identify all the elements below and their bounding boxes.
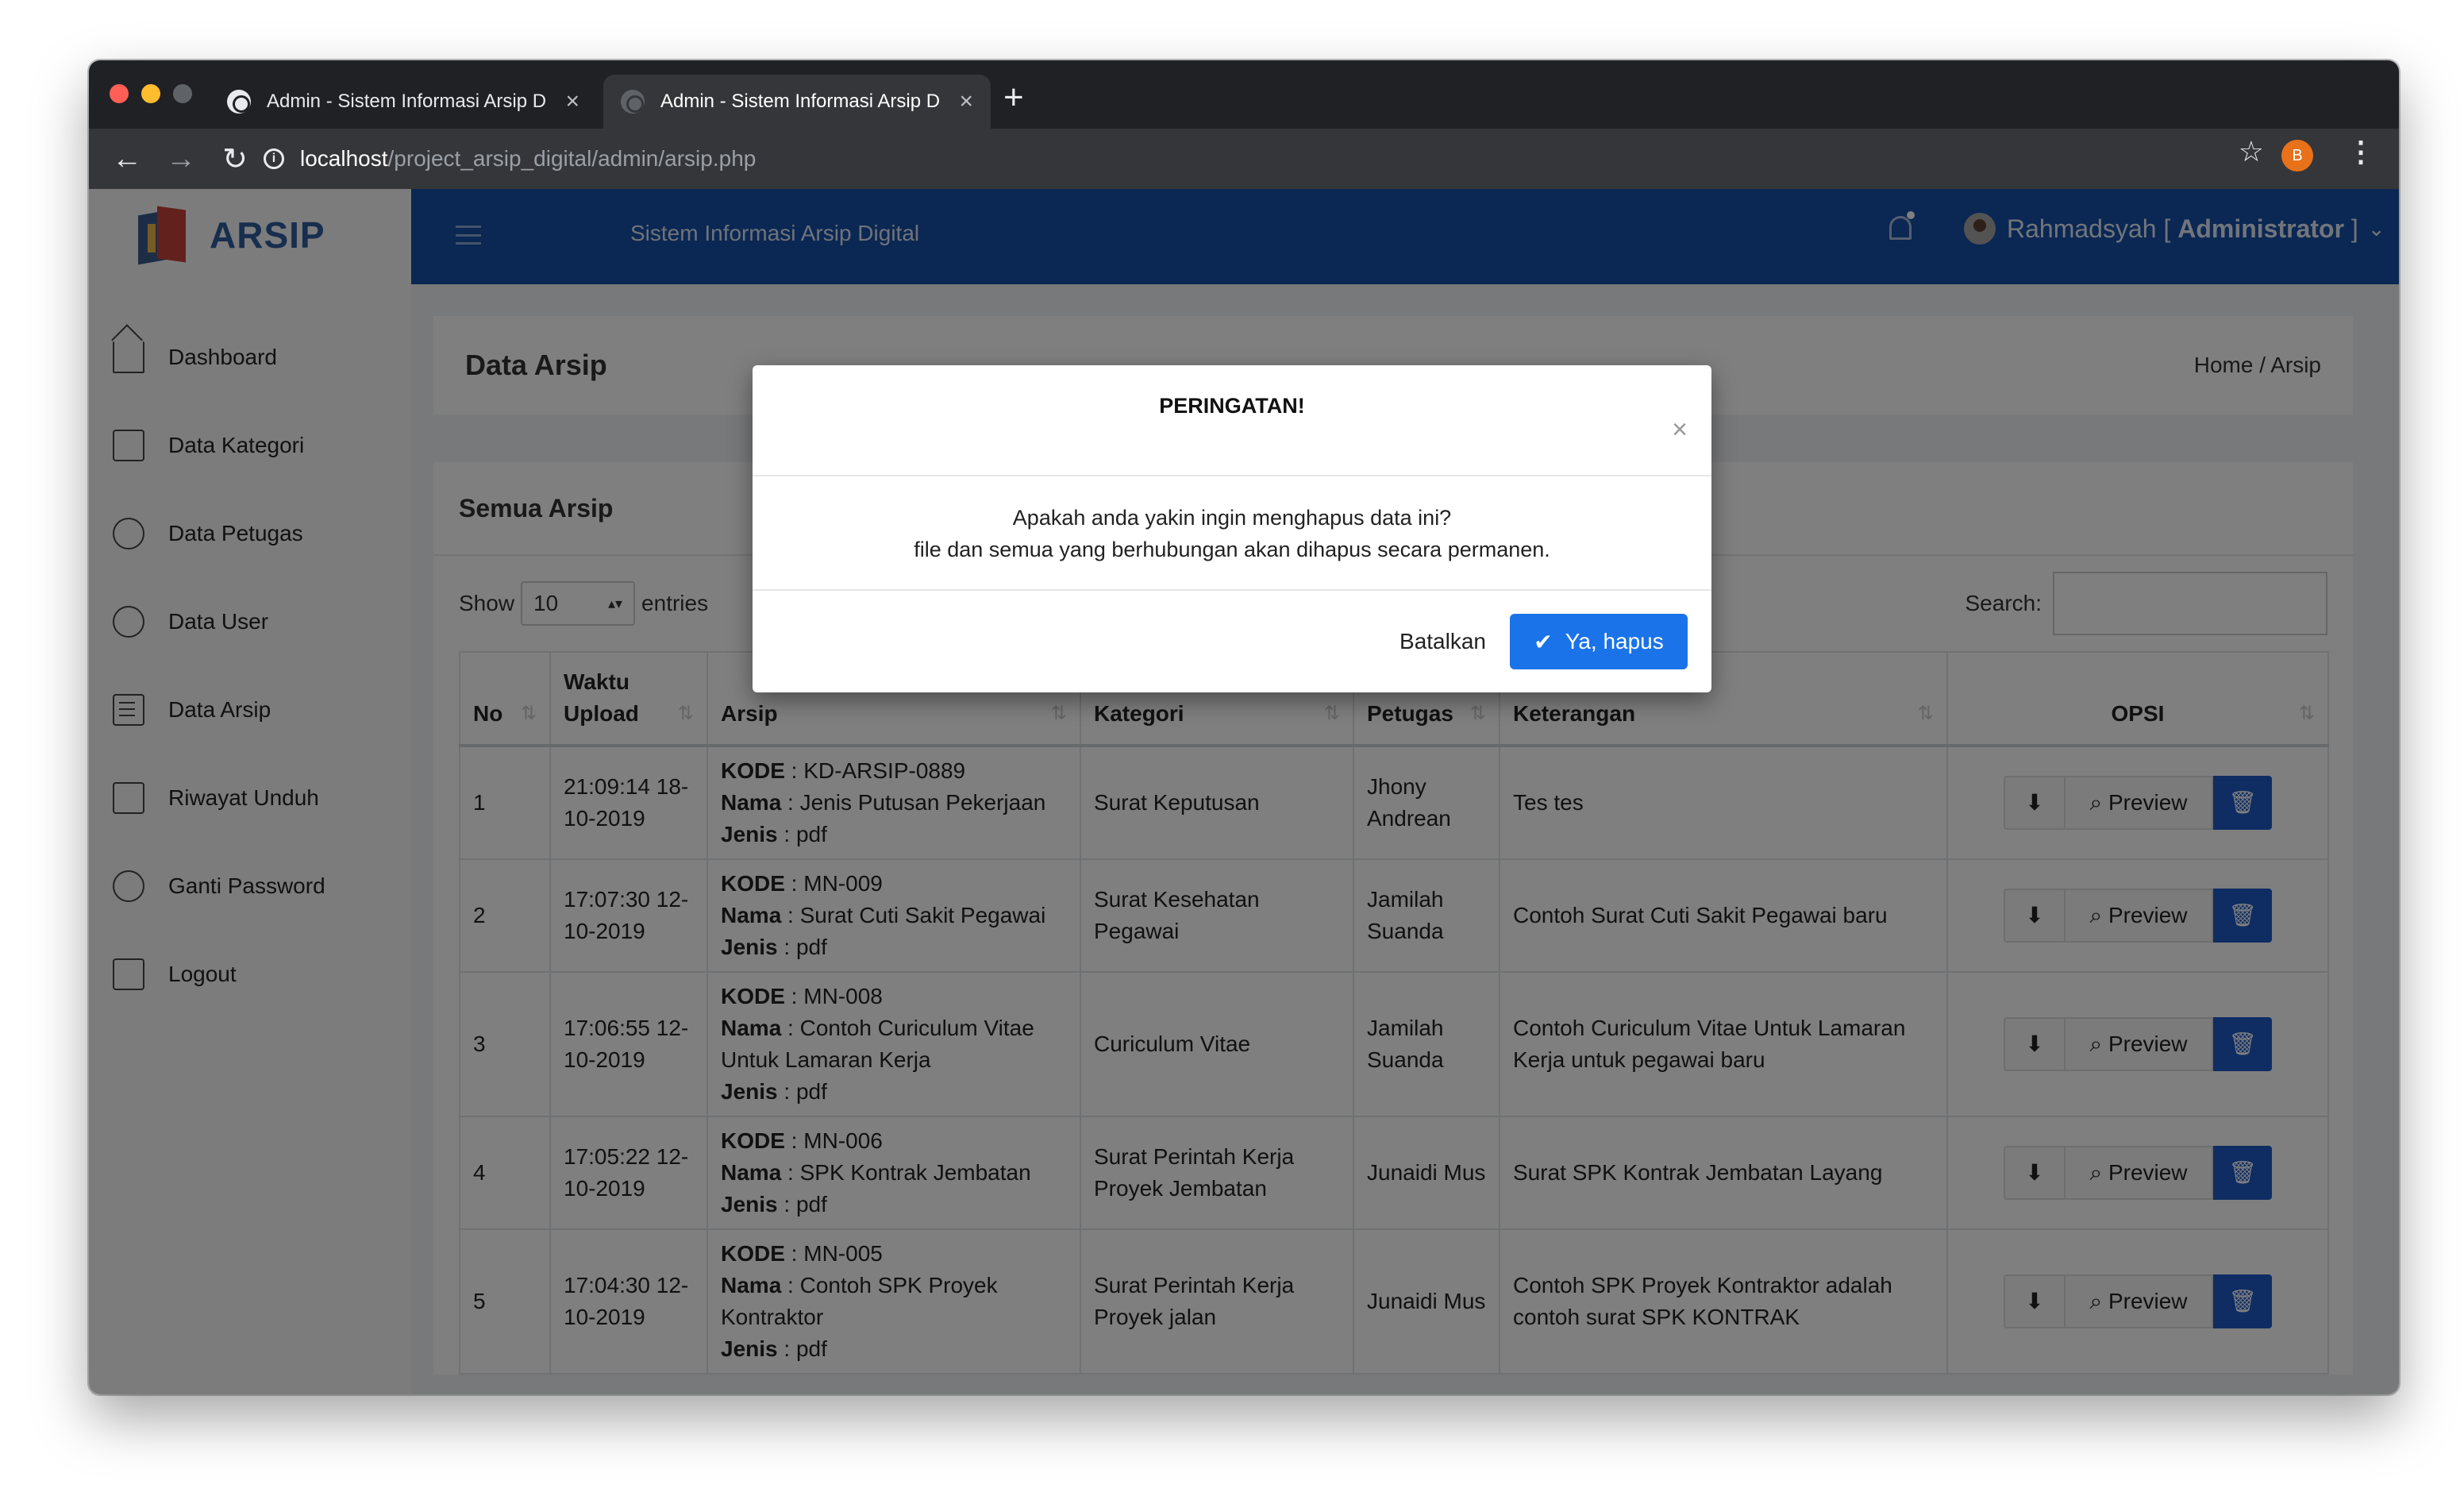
app: ARSIP Dashboard Data Kategori Data Petug…	[89, 189, 2399, 1394]
reload-icon[interactable]: ↻	[219, 141, 251, 177]
modal-footer: Batalkan ✔ Ya, hapus	[753, 591, 1711, 692]
url-path: /project_arsip_digital/admin/arsip.php	[387, 146, 757, 171]
bookmark-star-icon[interactable]: ☆	[2239, 135, 2264, 168]
tab-label: Admin - Sistem Informasi Arsip D	[267, 91, 547, 112]
browser-menu-icon[interactable]: ⋮	[2347, 135, 2375, 168]
cancel-button[interactable]: Batalkan	[1399, 629, 1486, 654]
confirm-delete-label: Ya, hapus	[1565, 629, 1664, 654]
modal-body: Apakah anda yakin ingin menghapus data i…	[753, 476, 1711, 591]
tab-close-icon[interactable]: ×	[959, 88, 973, 115]
globe-icon	[621, 90, 645, 114]
profile-avatar[interactable]: B	[2281, 140, 2313, 172]
browser-window: Admin - Sistem Informasi Arsip D × Admin…	[89, 60, 2399, 1394]
url-host: localhost	[300, 146, 388, 171]
check-icon: ✔	[1534, 629, 1553, 654]
address-bar[interactable]: i localhost/project_arsip_digital/admin/…	[264, 137, 2327, 181]
browser-toolbar: ← → ↻ i localhost/project_arsip_digital/…	[89, 129, 2399, 189]
close-window-button[interactable]	[110, 84, 129, 103]
info-icon[interactable]: i	[264, 148, 284, 169]
modal-header: PERINGATAN! ×	[753, 365, 1711, 476]
globe-icon	[227, 90, 251, 114]
modal-title: PERINGATAN!	[1159, 394, 1305, 418]
maximize-window-button[interactable]	[173, 84, 192, 103]
browser-tab-1[interactable]: Admin - Sistem Informasi Arsip D ×	[210, 75, 597, 129]
browser-tab-2[interactable]: Admin - Sistem Informasi Arsip D ×	[603, 75, 991, 129]
modal-message-line-1: Apakah anda yakin ingin menghapus data i…	[1012, 506, 1452, 530]
tab-label: Admin - Sistem Informasi Arsip D	[660, 91, 941, 112]
minimize-window-button[interactable]	[141, 84, 160, 103]
close-icon[interactable]: ×	[1672, 414, 1688, 445]
modal-message-line-2: file dan semua yang berhubungan akan dih…	[914, 538, 1550, 561]
confirm-delete-modal: PERINGATAN! × Apakah anda yakin ingin me…	[753, 365, 1711, 692]
new-tab-button[interactable]: +	[1003, 78, 1024, 118]
tab-strip: Admin - Sistem Informasi Arsip D × Admin…	[89, 60, 2399, 129]
confirm-delete-button[interactable]: ✔ Ya, hapus	[1510, 614, 1688, 669]
forward-icon[interactable]: →	[165, 142, 197, 176]
back-icon[interactable]: ←	[111, 142, 143, 176]
tab-close-icon[interactable]: ×	[565, 88, 579, 115]
